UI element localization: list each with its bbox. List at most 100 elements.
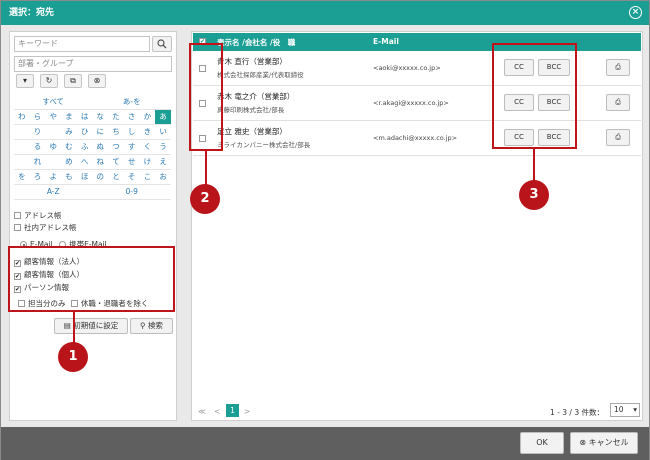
kana-a-z[interactable]: A-Z xyxy=(14,184,93,200)
kana-cell[interactable] xyxy=(45,154,62,170)
kana-cell[interactable]: て xyxy=(108,154,124,170)
reset-label: 初期値に設定 xyxy=(73,321,119,330)
kana-cell[interactable]: え xyxy=(155,154,171,170)
kana-cell[interactable]: た xyxy=(108,109,124,125)
kana-cell[interactable]: し xyxy=(123,124,140,140)
kana-cell[interactable]: く xyxy=(139,139,156,155)
highlight-box-3 xyxy=(492,43,577,149)
kana-cell[interactable]: と xyxy=(108,169,124,185)
clear-icon[interactable]: ⊗ xyxy=(88,74,106,88)
connector-line-2 xyxy=(205,151,207,185)
column-header-name: 表示名 /会社名 /役 職 xyxy=(217,38,296,47)
kana-cell[interactable]: め xyxy=(61,154,77,170)
address-card-icon[interactable]: ⎙ xyxy=(606,129,630,146)
kana-cell[interactable]: な xyxy=(92,109,109,125)
kana-cell[interactable]: に xyxy=(92,124,109,140)
kana-cell[interactable]: さ xyxy=(123,109,140,125)
kana-cell[interactable]: ぬ xyxy=(92,139,109,155)
ok-button[interactable]: OK xyxy=(520,432,564,454)
kana-cell[interactable]: ね xyxy=(92,154,109,170)
kana-cell[interactable]: の xyxy=(92,169,109,185)
kana-index-table: すべて あ-を わ ら や ま は な た さ か あ り み ひ に ち し … xyxy=(14,94,171,200)
kana-cell[interactable]: す xyxy=(123,139,140,155)
kana-cell[interactable]: や xyxy=(45,109,62,125)
search-button[interactable]: ⚲ 検索 xyxy=(130,318,173,334)
kana-cell[interactable]: ほ xyxy=(76,169,93,185)
search-label: 検索 xyxy=(147,321,163,330)
callout-marker-3: 3 xyxy=(519,180,549,210)
filter-panel: キーワード 部署・グループ ▾ ↻ ⧉ ⊗ すべて あ-を わ ら や ま は … xyxy=(9,31,177,421)
kana-cell-selected[interactable]: あ xyxy=(155,109,171,125)
kana-cell[interactable]: こ xyxy=(139,169,156,185)
pager-next[interactable]: > xyxy=(244,407,250,416)
contact-org: ミライカンパニー株式会社/部長 xyxy=(217,141,311,149)
highlight-box-2 xyxy=(189,43,223,151)
kana-cell[interactable]: お xyxy=(155,169,171,185)
title-bar: 選択：宛先 × xyxy=(1,1,649,25)
kana-cell[interactable]: る xyxy=(29,139,46,155)
highlight-box-1 xyxy=(8,246,175,312)
address-book-checkbox[interactable] xyxy=(14,212,21,219)
address-book-option[interactable]: アドレス帳 xyxy=(14,210,62,221)
contact-name: 足立 雅史（営業部） xyxy=(217,127,287,136)
kana-cell[interactable]: そ xyxy=(123,169,140,185)
kana-cell[interactable]: へ xyxy=(76,154,93,170)
kana-cell[interactable]: み xyxy=(61,124,77,140)
pager-first[interactable]: ≪ xyxy=(198,407,206,416)
dropdown-icon[interactable]: ▾ xyxy=(16,74,34,88)
pager-current-page[interactable]: 1 xyxy=(226,404,239,417)
kana-cell[interactable]: む xyxy=(61,139,77,155)
kana-cell[interactable]: き xyxy=(139,124,156,140)
kana-cell[interactable]: れ xyxy=(29,154,46,170)
kana-cell[interactable]: よ xyxy=(45,169,62,185)
kana-cell[interactable] xyxy=(14,154,30,170)
pager-prev[interactable]: < xyxy=(214,407,220,416)
keyword-search-button[interactable] xyxy=(152,36,172,52)
kana-cell[interactable]: う xyxy=(155,139,171,155)
kana-all[interactable]: すべて xyxy=(14,94,93,110)
kana-cell[interactable]: も xyxy=(61,169,77,185)
kana-0-9[interactable]: 0-9 xyxy=(92,184,171,200)
kana-cell[interactable]: ふ xyxy=(76,139,93,155)
kana-cell[interactable] xyxy=(14,139,30,155)
kana-cell[interactable] xyxy=(45,124,62,140)
kana-cell[interactable]: ま xyxy=(61,109,77,125)
kana-cell[interactable]: け xyxy=(139,154,156,170)
kana-cell[interactable]: い xyxy=(155,124,171,140)
cancel-icon: ⊗ xyxy=(579,438,587,447)
internal-address-book-checkbox[interactable] xyxy=(14,224,21,231)
copy-icon[interactable]: ⧉ xyxy=(64,74,82,88)
internal-address-book-option[interactable]: 社内アドレス帳 xyxy=(14,222,77,233)
kana-cell[interactable]: わ xyxy=(14,109,30,125)
connector-line-1 xyxy=(73,312,75,344)
kana-cell[interactable]: つ xyxy=(108,139,124,155)
department-input[interactable]: 部署・グループ xyxy=(14,56,172,72)
pager-summary: 1 - 3 / 3 件数： xyxy=(550,408,604,417)
kana-cell[interactable]: ろ xyxy=(29,169,46,185)
kana-cell[interactable]: ら xyxy=(29,109,46,125)
keyword-input[interactable]: キーワード xyxy=(14,36,150,52)
cancel-label: キャンセル xyxy=(588,438,629,447)
kana-cell[interactable]: せ xyxy=(123,154,140,170)
refresh-icon[interactable]: ↻ xyxy=(40,74,58,88)
connector-line-3 xyxy=(533,149,535,181)
kana-cell[interactable]: か xyxy=(139,109,156,125)
kana-cell[interactable]: を xyxy=(14,169,30,185)
per-page-value: 10 xyxy=(614,405,624,414)
kana-cell[interactable]: は xyxy=(76,109,93,125)
kana-cell[interactable]: り xyxy=(29,124,46,140)
reset-defaults-button[interactable]: ▤ 初期値に設定 xyxy=(54,318,128,334)
kana-cell[interactable] xyxy=(14,124,30,140)
kana-a-wo[interactable]: あ-を xyxy=(92,94,171,110)
per-page-select[interactable]: 10 ▾ xyxy=(610,403,640,417)
kana-cell[interactable]: ひ xyxy=(76,124,93,140)
close-icon[interactable]: × xyxy=(629,6,642,19)
kana-cell[interactable]: ち xyxy=(108,124,124,140)
kana-cell[interactable]: ゆ xyxy=(45,139,62,155)
column-header-email: E-Mail xyxy=(373,37,399,46)
cancel-button[interactable]: ⊗ キャンセル xyxy=(570,432,638,454)
address-card-icon[interactable]: ⎙ xyxy=(606,94,630,111)
address-card-icon[interactable]: ⎙ xyxy=(606,59,630,76)
address-book-label: アドレス帳 xyxy=(24,211,62,220)
dialog-title: 選択：宛先 xyxy=(9,8,55,18)
